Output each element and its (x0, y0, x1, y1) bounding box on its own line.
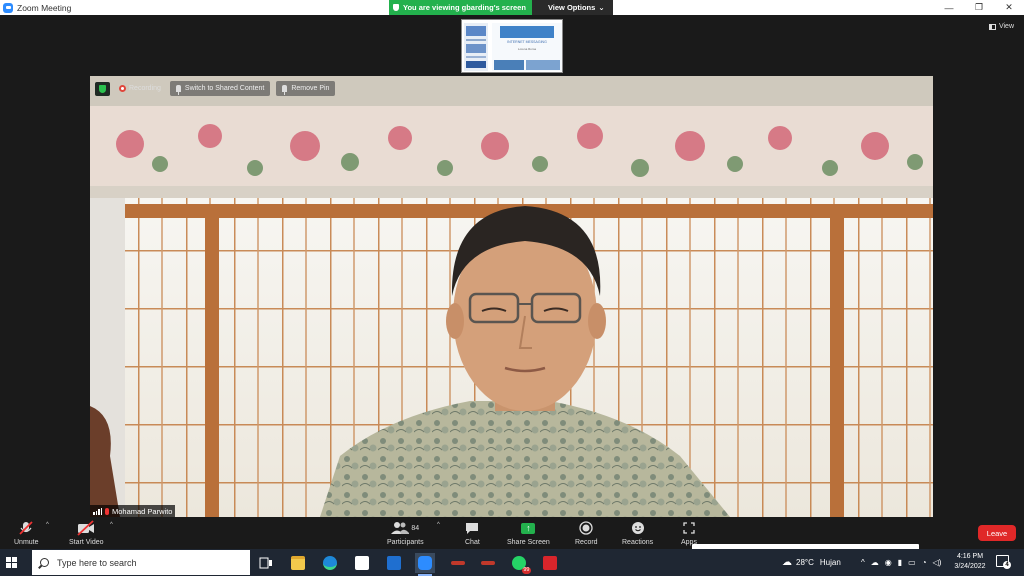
participants-button[interactable]: 84 Participants (387, 520, 424, 546)
chat-label: Chat (465, 539, 480, 546)
network-icon[interactable]: ◔ (922, 558, 927, 567)
participants-options-caret[interactable]: ^ (437, 522, 440, 528)
search-placeholder: Type here to search (57, 557, 137, 568)
video-off-icon (77, 520, 95, 536)
chat-button[interactable]: Chat (465, 520, 480, 546)
acrobat-icon[interactable] (540, 553, 560, 573)
meet-now-icon[interactable]: ◉ (885, 558, 892, 567)
muted-microphone-icon (18, 520, 34, 536)
chat-icon (465, 520, 479, 536)
clock-time: 4:16 PM (956, 553, 984, 560)
search-icon (40, 558, 49, 567)
security-shield-icon[interactable] (95, 81, 110, 96)
signal-bars-icon (93, 507, 102, 515)
thumbnail-heading: INTERNET MESSAGING (507, 40, 547, 44)
notification-count: 4 (1003, 561, 1011, 569)
minimize-button[interactable]: — (934, 0, 964, 15)
viewing-text: You are viewing gbarding's screen (403, 3, 526, 12)
participants-icon: 84 (391, 520, 419, 536)
apps-icon (682, 520, 696, 536)
unmute-label: Unmute (14, 539, 39, 546)
video-top-controls: Recording Switch to Shared Content Remov… (95, 81, 336, 96)
app-icon-red-1[interactable] (448, 553, 468, 573)
speaker-video-frame (90, 76, 933, 517)
chevron-down-icon: ⌄ (598, 3, 605, 12)
grid-view-icon (988, 23, 996, 30)
task-view-icon[interactable] (256, 553, 276, 573)
microphone-icon[interactable]: ▮ (898, 558, 902, 567)
share-screen-icon (521, 522, 536, 534)
share-screen-button[interactable]: Share Screen (507, 520, 550, 546)
display-icon[interactable]: ▭ (908, 558, 916, 567)
participant-name-tag: Mohamad Parwito (90, 505, 176, 517)
volume-icon[interactable]: ◁) (933, 558, 942, 567)
restore-button[interactable]: ❐ (964, 0, 994, 15)
recording-label: Recording (129, 85, 161, 92)
weather-widget[interactable]: ☁ 28°C Hujan (782, 549, 841, 576)
start-video-button[interactable]: Start Video (69, 520, 104, 546)
view-layout-button[interactable]: View (988, 23, 1014, 30)
system-tray: ^ ☁ ◉ ▮ ▭ ◔ ◁) (861, 549, 941, 576)
window-title: Zoom Meeting (17, 2, 72, 13)
share-screen-icon-wrap (521, 520, 536, 536)
close-button[interactable]: ✕ (994, 0, 1024, 15)
pin-icon (282, 85, 288, 95)
whatsapp-icon[interactable]: 99 (509, 553, 531, 574)
zoom-app-icon (3, 2, 13, 13)
record-icon (579, 520, 593, 536)
weather-temp: 28°C (796, 558, 814, 567)
windows-start-icon[interactable] (6, 557, 17, 568)
cloud-rain-icon: ☁ (782, 557, 792, 568)
edge-browser-icon[interactable] (320, 553, 340, 573)
whatsapp-badge: 99 (521, 567, 531, 574)
mail-icon[interactable] (384, 553, 404, 573)
windows-taskbar: Type here to search 99 ☁ 28°C Hujan ^ ☁ … (0, 549, 1024, 576)
audio-options-caret[interactable]: ^ (46, 522, 49, 528)
shield-icon (393, 4, 399, 11)
muted-mic-icon (105, 507, 109, 515)
speaker-video[interactable]: Recording Switch to Shared Content Remov… (90, 76, 933, 517)
cloud-icon[interactable]: ☁ (871, 558, 879, 567)
view-options-button[interactable]: View Options ⌄ (531, 0, 613, 15)
weather-desc: Hujan (819, 558, 841, 567)
apps-button[interactable]: Apps (681, 520, 697, 546)
app-icon-red-2[interactable] (478, 553, 498, 573)
view-options-label: View Options (547, 3, 596, 12)
video-options-caret[interactable]: ^ (110, 522, 113, 528)
record-button[interactable]: Record (575, 520, 598, 546)
pin-icon (175, 85, 181, 95)
participants-count: 84 (411, 524, 420, 532)
switch-to-shared-content-button[interactable]: Switch to Shared Content (169, 81, 271, 96)
shared-screen-thumbnail[interactable]: INTERNET MESSAGING Lorena Roma (461, 19, 563, 73)
participants-label: Participants (387, 539, 424, 546)
store-icon[interactable] (352, 553, 372, 573)
file-explorer-icon[interactable] (288, 553, 308, 573)
taskbar-clock[interactable]: 4:16 PM 3/24/2022 (951, 552, 989, 572)
zoom-taskbar-icon[interactable] (415, 553, 435, 576)
reactions-button[interactable]: Reactions (622, 520, 653, 546)
viewing-banner: You are viewing gbarding's screen View O… (389, 0, 613, 15)
record-dot-icon (119, 85, 126, 92)
viewing-indicator: You are viewing gbarding's screen (389, 0, 532, 15)
remove-pin-button[interactable]: Remove Pin (276, 81, 336, 96)
remove-pin-label: Remove Pin (291, 85, 330, 92)
record-label: Record (575, 539, 598, 546)
clock-date: 3/24/2022 (954, 563, 986, 570)
chevron-up-icon[interactable]: ^ (861, 558, 865, 567)
reactions-icon (631, 520, 645, 536)
leave-label: Leave (986, 528, 1008, 538)
taskbar-search-box[interactable]: Type here to search (32, 550, 250, 575)
recording-indicator: Recording (116, 85, 164, 92)
reactions-label: Reactions (622, 539, 654, 546)
thumbnail-subheading: Lorena Roma (517, 47, 537, 51)
share-screen-label: Share Screen (507, 539, 550, 546)
unmute-button[interactable]: Unmute (14, 520, 39, 546)
participant-name: Mohamad Parwito (112, 506, 173, 516)
leave-button[interactable]: Leave (978, 525, 1016, 541)
start-video-label: Start Video (69, 539, 104, 546)
switch-label: Switch to Shared Content (184, 85, 265, 92)
view-label: View (998, 23, 1014, 30)
